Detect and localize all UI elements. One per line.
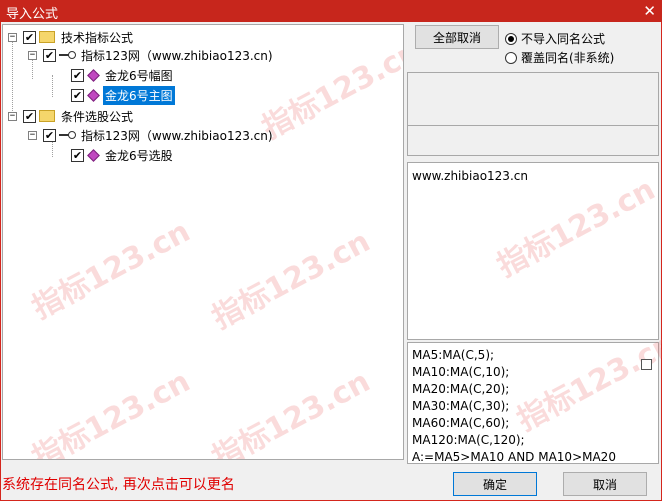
source-checkbox[interactable]: ✔: [43, 128, 56, 142]
code-line: A:=MA5>MA10 AND MA10>MA20: [412, 450, 616, 464]
watermark: 指标123.cn: [206, 223, 376, 337]
code-line: MA120:MA(C,120);: [412, 433, 525, 447]
title-bar: 导入公式 ✕: [0, 0, 662, 22]
code-line: MA30:MA(C,30);: [412, 399, 510, 413]
code-line: MA20:MA(C,20);: [412, 382, 510, 396]
option-overwrite[interactable]: 覆盖同名(非系统): [505, 49, 614, 66]
group-checkbox[interactable]: ✔: [23, 109, 36, 123]
source-code-box[interactable]: 指标123.cn MA5:MA(C,5); MA10:MA(C,10); MA2…: [407, 326, 662, 466]
source-label: 指标123网（www.zhibiao123.cn): [81, 48, 273, 63]
ok-button[interactable]: 确定: [453, 472, 537, 496]
source-checkbox[interactable]: ✔: [43, 48, 56, 62]
folder-icon: [39, 110, 55, 122]
item-label: 金龙6号幅图: [105, 68, 173, 83]
formula-icon: [87, 69, 99, 81]
option-label: 不导入同名公式: [521, 32, 606, 46]
radio-no-import[interactable]: [505, 32, 517, 45]
tree-group-screening[interactable]: − ✔ 条件选股公式: [8, 107, 135, 125]
collapse-icon[interactable]: −: [28, 50, 37, 60]
tree-group-technical[interactable]: − ✔ 技术指标公式: [8, 28, 135, 46]
group-checkbox[interactable]: ✔: [23, 30, 36, 44]
code-line: MA10:MA(C,10);: [412, 365, 510, 379]
watermark: 指标123.cn: [256, 33, 404, 147]
wrap-checkbox[interactable]: [641, 359, 652, 370]
options-area: [407, 72, 659, 156]
collapse-icon[interactable]: −: [28, 130, 37, 140]
folder-icon: [39, 31, 55, 43]
formula-icon: [87, 149, 99, 161]
item-label-selected: 金龙6号主图: [103, 85, 175, 105]
tree-source-screening[interactable]: − ✔ 指标123网（www.zhibiao123.cn): [28, 126, 275, 144]
watermark: 指标123.cn: [26, 213, 196, 327]
key-icon: [59, 129, 76, 141]
collapse-icon[interactable]: −: [8, 111, 17, 121]
collapse-icon[interactable]: −: [8, 32, 17, 42]
item-checkbox[interactable]: ✔: [71, 148, 84, 162]
code-line: MA60:MA(C,60);: [412, 416, 510, 430]
watermark: 指标123.cn: [206, 363, 376, 460]
tree-item-screener[interactable]: ✔ 金龙6号选股: [71, 146, 175, 164]
cancel-button[interactable]: 取消: [563, 472, 647, 496]
item-checkbox[interactable]: ✔: [71, 68, 84, 82]
source-code: MA5:MA(C,5); MA10:MA(C,10); MA20:MA(C,20…: [412, 347, 616, 466]
description-box: 指标123.cn www.zhibiao123.cn: [407, 162, 661, 340]
window-title: 导入公式: [6, 7, 59, 22]
option-no-import[interactable]: 不导入同名公式: [505, 30, 605, 47]
item-label: 金龙6号选股: [105, 148, 173, 163]
cancel-all-button[interactable]: 全部取消: [415, 25, 499, 49]
description-text: www.zhibiao123.cn: [412, 169, 528, 183]
formula-tree[interactable]: 指标123.cn 指标123.cn 指标123.cn 指标123.cn 指标12…: [2, 24, 404, 460]
key-icon: [59, 49, 76, 61]
radio-overwrite[interactable]: [505, 51, 517, 64]
tree-item-mainchart[interactable]: ✔ 金龙6号主图: [71, 85, 175, 105]
group-label: 条件选股公式: [61, 109, 134, 124]
close-icon[interactable]: ✕: [643, 2, 656, 20]
source-label: 指标123网（www.zhibiao123.cn): [81, 128, 273, 143]
tree-source-technical[interactable]: − ✔ 指标123网（www.zhibiao123.cn): [28, 46, 275, 64]
watermark: 指标123.cn: [26, 363, 196, 460]
divider: [408, 125, 658, 126]
status-message: 系统存在同名公式, 再次点击可以更名: [2, 477, 235, 493]
code-line: MA5:MA(C,5);: [412, 348, 495, 362]
item-checkbox[interactable]: ✔: [71, 88, 84, 102]
option-label: 覆盖同名(非系统): [521, 51, 615, 65]
tree-line: [52, 75, 53, 97]
group-label: 技术指标公式: [61, 30, 134, 45]
tree-item-subchart[interactable]: ✔ 金龙6号幅图: [71, 66, 175, 84]
formula-icon: [87, 89, 99, 101]
dialog-body: 指标123.cn 指标123.cn 指标123.cn 指标123.cn 指标12…: [1, 22, 662, 500]
